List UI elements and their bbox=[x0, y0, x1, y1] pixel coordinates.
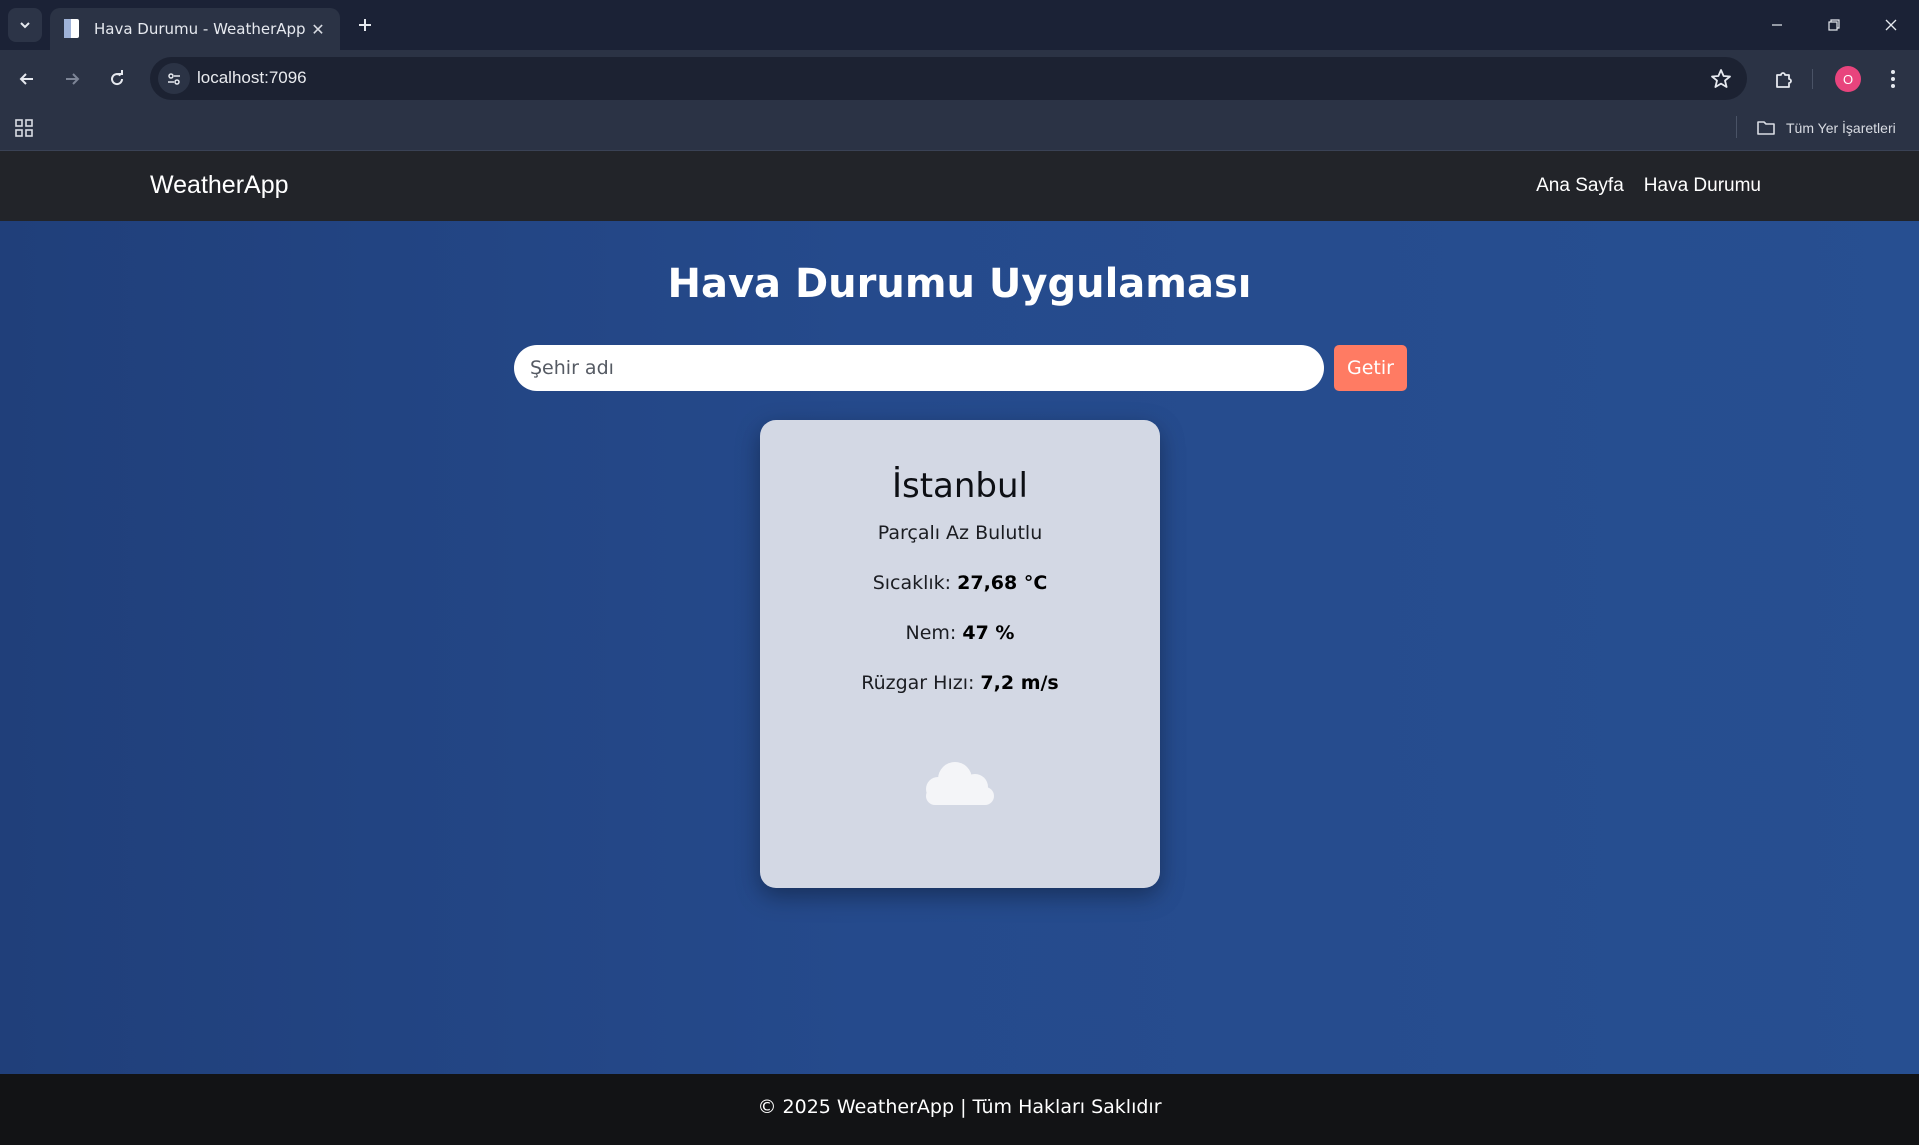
footer-copyright: © 2025 WeatherApp | Tüm Hakları Saklıdır bbox=[757, 1096, 1162, 1118]
browser-toolbar: localhost:7096 O bbox=[0, 50, 1919, 107]
address-bar[interactable]: localhost:7096 bbox=[150, 57, 1747, 100]
plus-icon bbox=[359, 19, 371, 31]
humidity-value: 47 % bbox=[962, 622, 1015, 644]
url-text[interactable]: localhost:7096 bbox=[197, 68, 307, 88]
wind-value: 7,2 m/s bbox=[980, 672, 1059, 694]
all-bookmarks-button[interactable]: Tüm Yer İşaretleri bbox=[1756, 115, 1896, 141]
navbar-links: Ana Sayfa Hava Durumu bbox=[1536, 175, 1761, 197]
temperature-label: Sıcaklık: bbox=[872, 572, 952, 594]
nav-link-weather[interactable]: Hava Durumu bbox=[1644, 175, 1761, 197]
tab-search-button[interactable] bbox=[8, 8, 42, 42]
site-info-button[interactable] bbox=[158, 63, 190, 94]
folder-icon bbox=[1757, 121, 1775, 135]
arrow-right-icon bbox=[66, 73, 80, 85]
page-title: Hava Durumu Uygulaması bbox=[667, 261, 1252, 307]
browser-menu-button[interactable] bbox=[1878, 62, 1908, 96]
bookmarks-bar: Tüm Yer İşaretleri bbox=[0, 107, 1919, 151]
wind-row: Rüzgar Hızı: 7,2 m/s bbox=[760, 672, 1160, 694]
extensions-button[interactable] bbox=[1767, 62, 1801, 96]
reload-icon bbox=[111, 70, 124, 86]
humidity-label: Nem: bbox=[905, 622, 957, 644]
cloud-icon bbox=[926, 762, 994, 805]
more-vertical-icon bbox=[1891, 70, 1895, 88]
site-footer: © 2025 WeatherApp | Tüm Hakları Saklıdır bbox=[0, 1074, 1919, 1145]
web-page: WeatherApp Ana Sayfa Hava Durumu Hava Du… bbox=[0, 151, 1919, 1145]
chevron-down-icon bbox=[20, 22, 30, 29]
bookmarks-divider bbox=[1736, 116, 1737, 138]
minimize-button[interactable] bbox=[1749, 0, 1805, 50]
arrow-left-icon bbox=[19, 73, 33, 85]
minimize-icon bbox=[1772, 24, 1782, 26]
navbar-brand[interactable]: WeatherApp bbox=[150, 171, 289, 200]
close-icon bbox=[1885, 19, 1897, 31]
browser-tab[interactable]: Hava Durumu - WeatherApp ✕ bbox=[50, 8, 340, 50]
temperature-value: 27,68 °C bbox=[957, 572, 1048, 594]
restore-icon bbox=[1828, 19, 1840, 31]
all-bookmarks-label: Tüm Yer İşaretleri bbox=[1786, 120, 1896, 136]
toolbar-divider bbox=[1812, 69, 1813, 89]
page-favicon-icon bbox=[64, 19, 79, 38]
close-window-button[interactable] bbox=[1863, 0, 1919, 50]
city-search-form: Getir bbox=[514, 345, 1407, 391]
bookmark-star-icon[interactable] bbox=[1709, 67, 1733, 91]
hero-section: Hava Durumu Uygulaması Getir İstanbul Pa… bbox=[0, 221, 1919, 1074]
reload-button[interactable] bbox=[100, 62, 134, 96]
nav-link-home[interactable]: Ana Sayfa bbox=[1536, 175, 1624, 197]
puzzle-icon bbox=[1776, 72, 1792, 88]
weather-card: İstanbul Parçalı Az Bulutlu Sıcaklık: 27… bbox=[760, 420, 1160, 888]
apps-grid-icon[interactable] bbox=[14, 118, 34, 138]
back-button[interactable] bbox=[10, 62, 44, 96]
weather-description: Parçalı Az Bulutlu bbox=[877, 522, 1043, 544]
profile-avatar[interactable]: O bbox=[1835, 66, 1861, 92]
forward-button[interactable] bbox=[55, 62, 89, 96]
restore-button[interactable] bbox=[1806, 0, 1862, 50]
site-navbar: WeatherApp Ana Sayfa Hava Durumu bbox=[0, 151, 1919, 221]
browser-tabstrip: Hava Durumu - WeatherApp ✕ bbox=[0, 0, 1919, 50]
wind-label: Rüzgar Hızı: bbox=[861, 672, 975, 694]
temperature-row: Sıcaklık: 27,68 °C bbox=[760, 572, 1160, 594]
tab-title: Hava Durumu - WeatherApp bbox=[94, 20, 306, 38]
city-name: İstanbul bbox=[891, 466, 1029, 506]
new-tab-button[interactable] bbox=[351, 11, 379, 39]
fetch-weather-button[interactable]: Getir bbox=[1334, 345, 1407, 391]
city-input[interactable] bbox=[514, 345, 1324, 391]
tab-close-icon[interactable]: ✕ bbox=[308, 20, 328, 39]
humidity-row: Nem: 47 % bbox=[760, 622, 1160, 644]
tune-icon bbox=[168, 72, 180, 85]
